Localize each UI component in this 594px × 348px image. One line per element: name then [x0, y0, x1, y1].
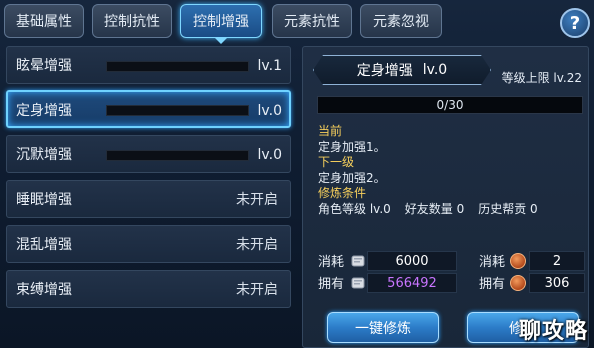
req-role-level: 角色等级 lv.0	[318, 201, 391, 216]
skill-name: 定身增强	[16, 103, 72, 119]
scroll-currency-icon	[351, 255, 365, 267]
coin-currency-icon	[510, 253, 526, 269]
tab-label: 元素抗性	[284, 14, 340, 30]
scroll-currency-icon	[351, 277, 365, 289]
watermark-text: 聊攻略	[518, 319, 588, 344]
req-contribution: 历史帮贡 0	[478, 201, 538, 216]
tab-label: 控制抗性	[104, 14, 160, 30]
tab-control-enhance[interactable]: 控制增强	[180, 4, 262, 44]
own-value-box: 306	[529, 273, 585, 293]
one-key-train-button[interactable]: 一键修炼	[327, 312, 439, 343]
skill-name: 束缚增强	[16, 282, 72, 298]
req-friends: 好友数量 0	[404, 201, 465, 216]
cost-value: 6000	[395, 254, 429, 269]
current-label: 当前	[318, 124, 343, 138]
skill-progress-bar	[106, 105, 249, 116]
skill-level: lv.1	[257, 58, 282, 74]
detail-info: 当前 定身加强1。 下一级 定身加强2。 修炼条件 角色等级 lv.0 好友数量 …	[318, 124, 538, 217]
skill-status: 未开启	[236, 237, 278, 253]
own-value-box: 566492	[367, 273, 457, 293]
skill-progress-bar	[106, 61, 249, 72]
skill-status: 未开启	[236, 282, 278, 298]
requirement-label: 修炼条件	[318, 186, 367, 200]
exp-progress-bar: 0/30	[317, 96, 583, 114]
tab-label: 元素忽视	[373, 14, 429, 30]
own-value: 306	[544, 276, 570, 291]
skill-row-bind[interactable]: 束缚增强 未开启	[6, 270, 291, 308]
skill-level: lv.0	[257, 147, 282, 163]
skill-row-silence[interactable]: 沉默增强 lv.0	[6, 135, 291, 173]
cost-value-box: 6000	[367, 251, 457, 271]
skill-row-sleep[interactable]: 睡眠增强 未开启	[6, 180, 291, 218]
coin-currency-icon	[510, 275, 526, 291]
skill-status: 未开启	[236, 192, 278, 208]
requirement-row: 角色等级 lv.0 好友数量 0 历史帮贡 0	[318, 202, 538, 218]
skill-name: 眩晕增强	[16, 58, 72, 74]
detail-panel: 定身增强 lv.0 等级上限 lv.22 0/30 当前 定身加强1。 下一级 …	[302, 46, 589, 348]
tab-label: 控制增强	[193, 14, 249, 30]
help-icon[interactable]: ?	[560, 8, 590, 38]
tab-label: 基础属性	[16, 14, 72, 30]
skill-name: 睡眠增强	[16, 192, 72, 208]
cost-value-box: 2	[529, 251, 585, 271]
own-value: 566492	[387, 276, 437, 291]
cost-label: 消耗	[318, 255, 345, 270]
button-label: 一键修炼	[355, 320, 411, 337]
skill-name: 沉默增强	[16, 147, 72, 163]
current-text: 定身加强1。	[318, 139, 386, 154]
tab-bar: 基础属性 控制抗性 控制增强 元素抗性 元素忽视 ?	[0, 4, 594, 44]
tab-control-resistance[interactable]: 控制抗性	[92, 4, 172, 38]
tab-element-ignore[interactable]: 元素忽视	[360, 4, 442, 38]
skill-row-root[interactable]: 定身增强 lv.0	[6, 90, 291, 128]
detail-title-plate: 定身增强 lv.0	[313, 55, 491, 85]
cost-value: 2	[552, 254, 562, 269]
skill-level: lv.0	[257, 103, 282, 119]
tab-element-resistance[interactable]: 元素抗性	[272, 4, 352, 38]
skill-row-confuse[interactable]: 混乱增强 未开启	[6, 225, 291, 263]
skill-row-stun[interactable]: 眩晕增强 lv.1	[6, 46, 291, 84]
skill-name: 混乱增强	[16, 237, 72, 253]
own-label: 拥有	[318, 277, 345, 292]
next-text: 定身加强2。	[318, 170, 386, 185]
help-glyph: ?	[569, 12, 581, 34]
max-level: 等级上限 lv.22	[501, 71, 582, 85]
own-label: 拥有	[479, 277, 506, 292]
skill-progress-bar	[106, 150, 249, 161]
exp-progress-text: 0/30	[436, 98, 464, 112]
detail-title-level: lv.0	[422, 62, 448, 78]
detail-title: 定身增强	[356, 63, 413, 79]
cost-label: 消耗	[479, 255, 506, 270]
next-label: 下一级	[318, 155, 355, 169]
tab-basic-attributes[interactable]: 基础属性	[4, 4, 84, 38]
